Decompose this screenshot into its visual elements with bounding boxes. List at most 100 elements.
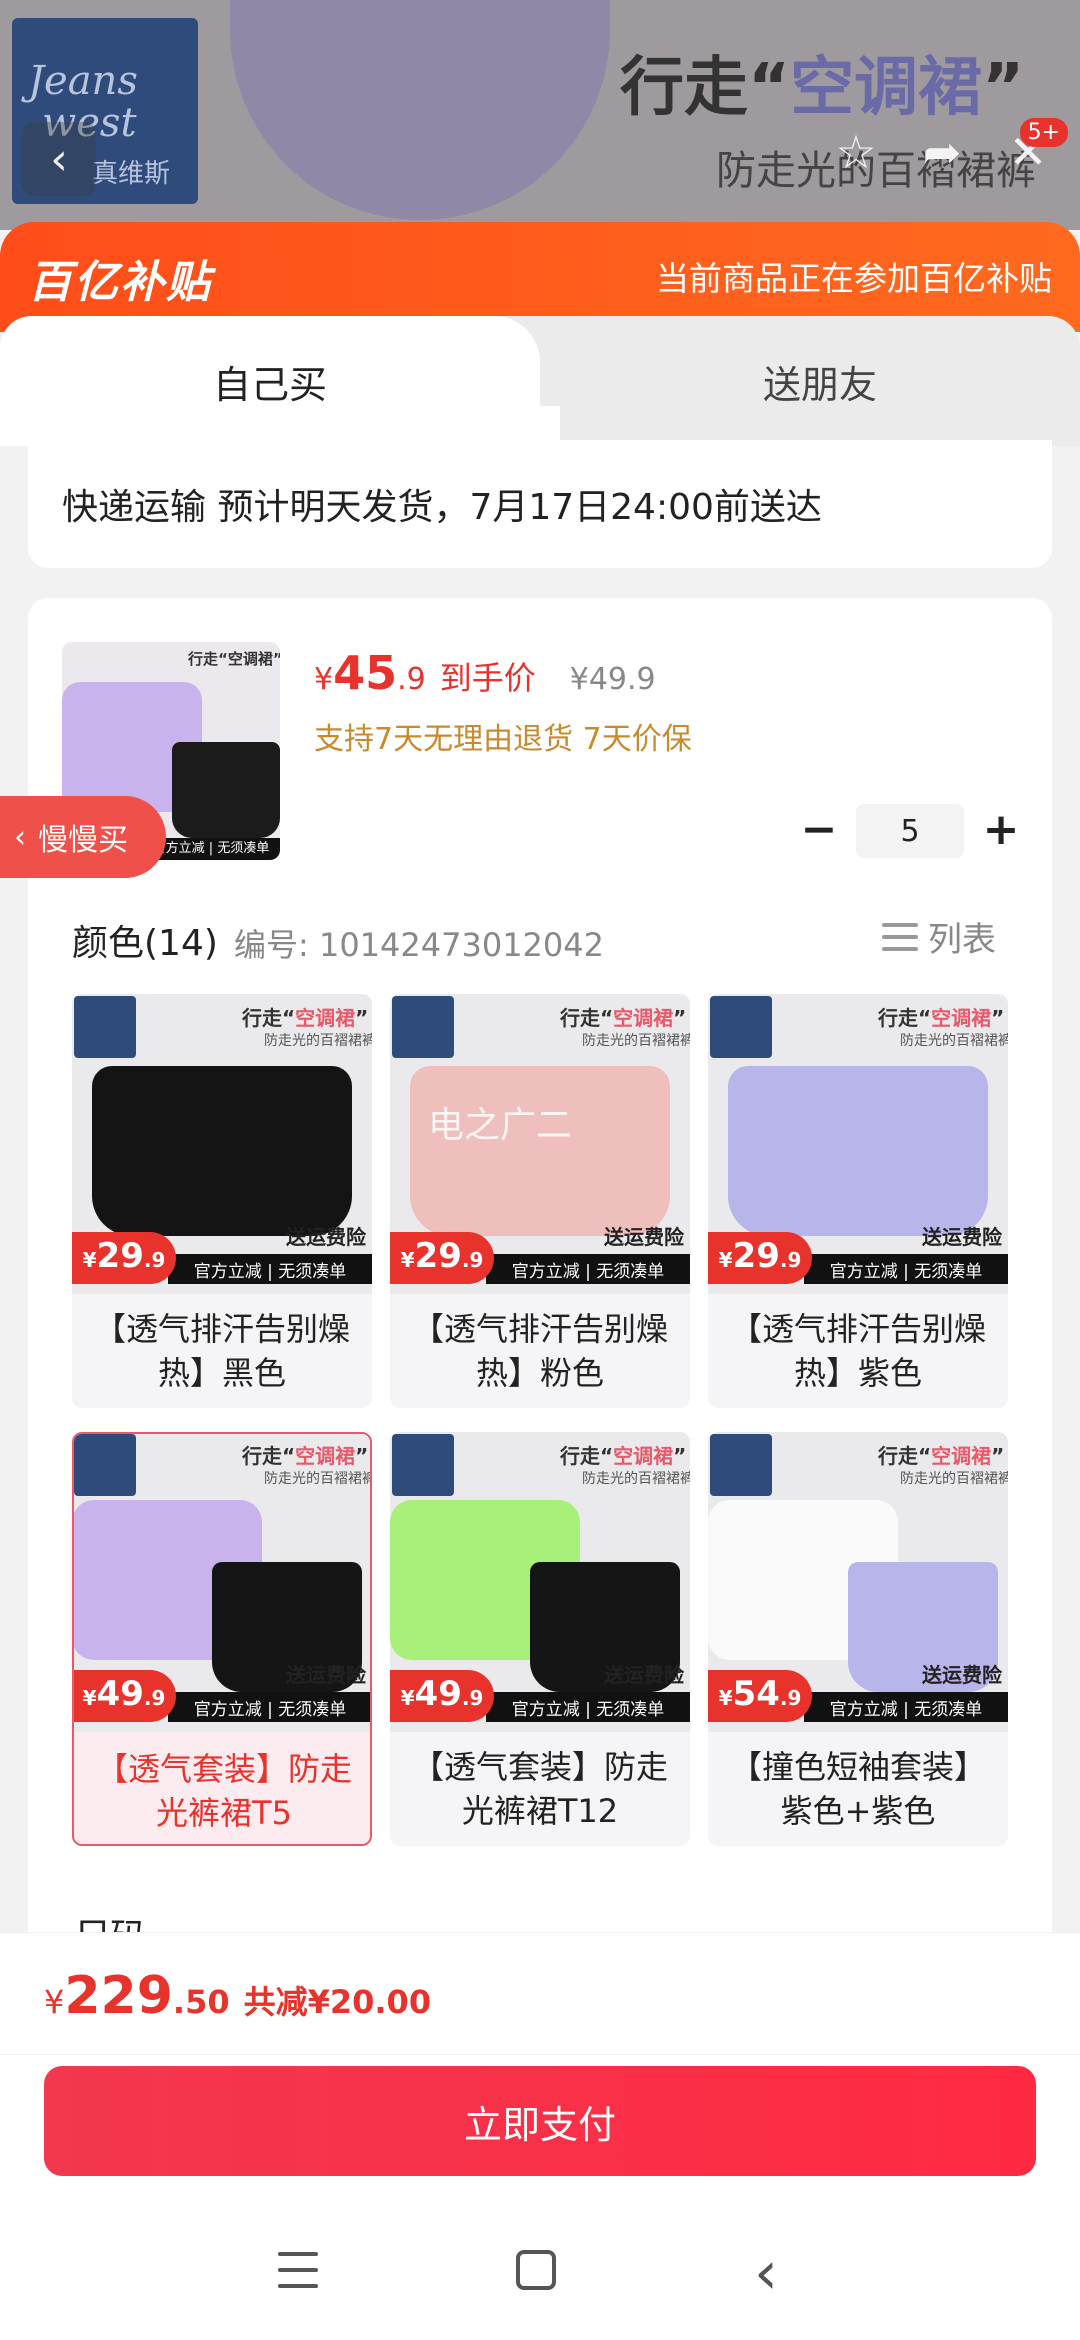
- chevron-left-icon: ‹: [50, 133, 68, 185]
- subsidy-message: 当前商品正在参加百亿补贴: [656, 259, 1052, 298]
- variant-image: 行走“空调裙” 防走光的百褶裙裤 送运费险 官方立减 | 无须凑单 ¥49.9: [74, 1434, 372, 1732]
- shipping-info: 快递运输 预计明天发货，7月17日24:00前送达: [28, 440, 1052, 568]
- variant-headline: 行走“空调裙”: [242, 1002, 368, 1031]
- brand-logo: [392, 1434, 454, 1496]
- variant-price-badge: ¥54.9: [708, 1670, 812, 1722]
- variant-price-decimal: .9: [143, 1248, 166, 1272]
- system-nav-bar: ‹: [0, 2200, 1080, 2340]
- variant-headline-suffix: ”: [673, 1006, 687, 1030]
- price-integer: 45: [333, 646, 398, 700]
- variant-subtitle: 防走光的百褶裙裤: [582, 1033, 690, 1049]
- quantity-increase-button[interactable]: +: [978, 804, 1024, 855]
- purchase-tabs: 自己买 送朋友: [0, 316, 1080, 446]
- variant-price-currency: ¥: [718, 1686, 733, 1710]
- total-currency: ¥: [44, 1983, 65, 2021]
- variant-subtitle: 防走光的百褶裙裤: [900, 1033, 1008, 1049]
- variant-subtitle: 防走光的百褶裙裤: [264, 1471, 372, 1487]
- variant-option[interactable]: 行走“空调裙” 防走光的百褶裙裤 送运费险 官方立减 | 无须凑单 ¥49.9 【透气套装…: [390, 1432, 690, 1846]
- variant-price-decimal: .9: [143, 1686, 166, 1710]
- brand-logo-cn: 真维斯: [92, 159, 171, 189]
- variant-option[interactable]: 行走“空调裙” 防走光的百褶裙裤送运费险官方立减 | 无须凑单 ¥29.9 【透气排汗…: [390, 994, 690, 1408]
- price-label: 到手价: [439, 659, 536, 697]
- home-button[interactable]: [516, 2250, 556, 2290]
- list-view-toggle[interactable]: 列表: [882, 912, 996, 961]
- favorite-button[interactable]: ☆: [824, 120, 888, 184]
- variant-option[interactable]: 行走“空调裙” 防走光的百褶裙裤 送运费险 官方立减 | 无须凑单 ¥49.9 【透气套装…: [72, 1432, 372, 1846]
- brand-logo: [710, 996, 772, 1058]
- price-decimal: .9: [397, 662, 426, 697]
- variant-headline-highlight: 空调裙: [931, 1444, 992, 1468]
- variant-promo-strip: 官方立减 | 无须凑单: [804, 1254, 1008, 1284]
- slow-buy-button[interactable]: ‹ 慢慢买: [0, 796, 166, 878]
- share-icon: ➦: [922, 125, 962, 179]
- brand-logo: [74, 1434, 136, 1496]
- variant-price-currency: ¥: [400, 1248, 415, 1272]
- shipping-insurance-tag: 送运费险: [286, 1225, 366, 1249]
- variant-price-currency: ¥: [82, 1248, 97, 1272]
- variant-price-badge: ¥49.9: [390, 1670, 494, 1722]
- variant-price-decimal: .9: [779, 1686, 802, 1710]
- price-row: ¥ 45 .9 到手价 ¥49.9: [314, 646, 656, 700]
- tab-gift-friend[interactable]: 送朋友: [560, 316, 1080, 446]
- shipping-insurance-tag: 送运费险: [604, 1663, 684, 1687]
- total-savings: 共减¥20.00: [243, 1983, 432, 2021]
- variant-option[interactable]: 行走“空调裙” 防走光的百褶裙裤 送运费险 官方立减 | 无须凑单 ¥29.9 【透气排汗…: [708, 994, 1008, 1408]
- variant-price-currency: ¥: [400, 1686, 415, 1710]
- brand-logo: [392, 996, 454, 1058]
- thumb-skirt-image: [172, 742, 280, 838]
- variant-price-badge: ¥29.9: [390, 1232, 494, 1284]
- variant-subtitle: 防走光的百褶裙裤: [900, 1471, 1008, 1487]
- quantity-stepper[interactable]: 5: [856, 804, 964, 858]
- variant-headline-suffix: ”: [991, 1444, 1005, 1468]
- variant-name: 【透气套装】防走光裤裙T12: [411, 1748, 668, 1830]
- variant-price-integer: 49: [96, 1674, 144, 1714]
- variant-headline-suffix: ”: [991, 1006, 1005, 1030]
- variant-promo-strip: 官方立减 | 无须凑单: [486, 1254, 690, 1284]
- quantity-decrease-button[interactable]: −: [796, 804, 842, 855]
- total-integer: 229: [64, 1966, 173, 2026]
- variant-subtitle: 防走光的百褶裙裤: [582, 1471, 690, 1487]
- shipping-insurance-tag: 送运费险: [604, 1225, 684, 1249]
- tab-buy-self[interactable]: 自己买: [0, 316, 560, 446]
- variant-headline-prefix: 行走“: [560, 1006, 614, 1030]
- variant-option[interactable]: 行走“空调裙” 防走光的百褶裙裤 送运费险 官方立减 | 无须凑单 ¥29.9 【透气排汗…: [72, 994, 372, 1408]
- shipping-insurance-tag: 送运费险: [922, 1663, 1002, 1687]
- variant-headline-prefix: 行走“: [878, 1444, 932, 1468]
- variant-price-integer: 49: [414, 1674, 462, 1714]
- pay-now-button[interactable]: 立即支付: [44, 2066, 1036, 2176]
- brand-logo: [74, 996, 136, 1058]
- divider: [0, 2054, 1080, 2055]
- list-view-label: 列表: [928, 920, 996, 960]
- star-icon: ☆: [835, 125, 877, 179]
- variant-headline-prefix: 行走“: [560, 1444, 614, 1468]
- slow-buy-label: 慢慢买: [38, 823, 128, 858]
- recent-apps-button[interactable]: [278, 2252, 318, 2288]
- variant-image: 行走“空调裙” 防走光的百褶裙裤 送运费险 官方立减 | 无须凑单 ¥29.9: [72, 994, 372, 1294]
- variant-headline: 行走“空调裙”: [560, 1002, 686, 1031]
- variant-image: 行走“空调裙” 防走光的百褶裙裤 送运费险 官方立减 | 无须凑单 ¥54.9: [708, 1432, 1008, 1732]
- brand-logo: [710, 1434, 772, 1496]
- variant-headline-prefix: 行走“: [242, 1444, 296, 1468]
- back-button[interactable]: ‹: [22, 122, 96, 196]
- price-currency: ¥: [314, 662, 334, 697]
- variant-price-integer: 54: [732, 1674, 780, 1714]
- share-button[interactable]: ➦: [910, 120, 974, 184]
- variant-headline: 行走“空调裙”: [560, 1440, 686, 1469]
- variant-image: 行走“空调裙” 防走光的百褶裙裤 送运费险 官方立减 | 无须凑单 ¥29.9: [708, 994, 1008, 1294]
- system-back-button[interactable]: ‹: [754, 2238, 778, 2308]
- variant-image: 行走“空调裙” 防走光的百褶裙裤 送运费险 官方立减 | 无须凑单 ¥49.9: [390, 1432, 690, 1732]
- variant-option[interactable]: 行走“空调裙” 防走光的百褶裙裤 送运费险 官方立减 | 无须凑单 ¥54.9 【撞色短袖…: [708, 1432, 1008, 1846]
- variant-subtitle: 防走光的百褶裙裤: [264, 1033, 372, 1049]
- variant-price-decimal: .9: [461, 1248, 484, 1272]
- chevron-left-icon: ‹: [754, 2238, 778, 2308]
- variant-headline-highlight: 空调裙: [295, 1006, 356, 1030]
- variant-price-badge: ¥29.9: [72, 1232, 176, 1284]
- variant-name: 【透气排汗告别燥热】粉色: [411, 1310, 668, 1392]
- header-title: 行走“空调裙”: [620, 51, 1025, 125]
- product-code: 编号: 10142473012042: [234, 926, 604, 964]
- color-section-title: 颜色(14): [72, 923, 218, 964]
- variant-headline-highlight: 空调裙: [613, 1444, 674, 1468]
- variant-headline: 行走“空调裙”: [878, 1002, 1004, 1031]
- variant-headline-highlight: 空调裙: [931, 1006, 992, 1030]
- shipping-insurance-tag: 送运费险: [922, 1225, 1002, 1249]
